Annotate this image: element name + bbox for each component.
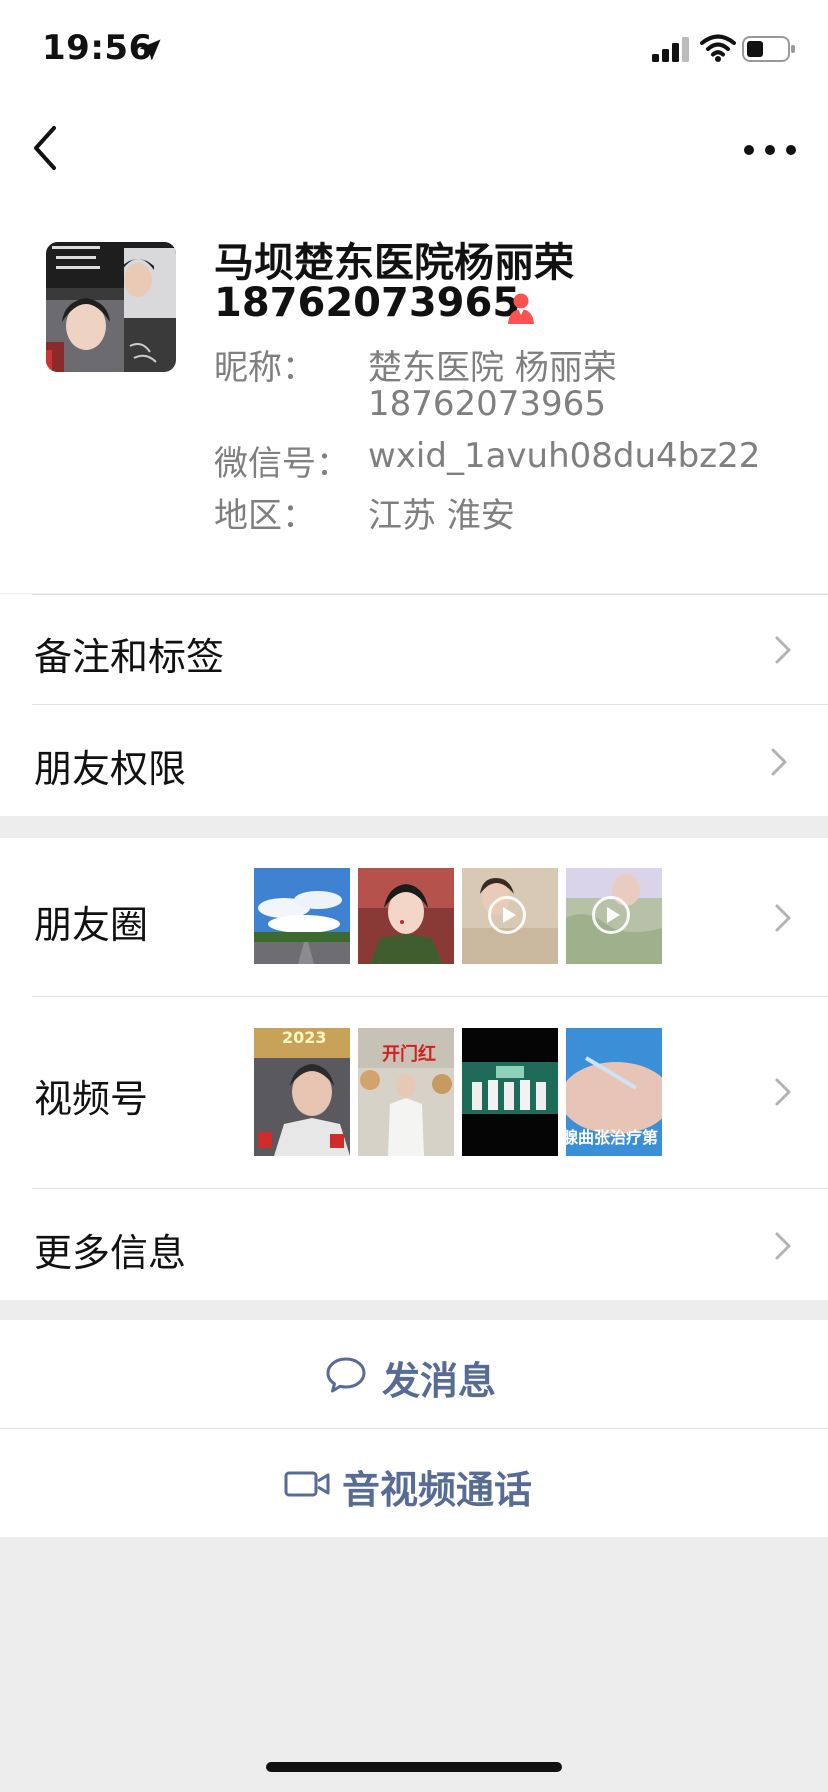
play-icon xyxy=(592,896,630,934)
more-info-label: 更多信息 xyxy=(34,1231,187,1275)
more-info-row[interactable]: 更多信息 xyxy=(0,1188,828,1300)
nav-bar xyxy=(0,100,828,200)
channels-thumb-caption: 2023 xyxy=(282,1028,327,1047)
video-call-button[interactable]: 音视频通话 xyxy=(0,1429,828,1537)
wechat-id-label: 微信号： xyxy=(214,444,350,484)
channels-thumb: 腺曲张治疗第 xyxy=(566,1028,662,1156)
location-arrow-icon xyxy=(139,39,161,61)
channels-row[interactable]: 视频号 2023 开门红 腺曲张治疗第 xyxy=(0,996,828,1188)
region-value: 江苏 淮安 xyxy=(368,496,515,536)
channels-thumb-caption: 开门红 xyxy=(382,1044,436,1065)
nickname-value-line2: 18762073965 xyxy=(368,384,606,424)
ellipsis-icon[interactable] xyxy=(740,130,800,170)
home-indicator[interactable] xyxy=(266,1762,562,1772)
divider xyxy=(32,996,828,997)
divider xyxy=(32,594,828,595)
chevron-right-icon xyxy=(771,748,787,776)
channels-thumb-caption: 腺曲张治疗第 xyxy=(566,1128,659,1147)
wechat-id-value: wxid_1avuh08du4bz22 xyxy=(368,436,761,476)
chevron-right-icon xyxy=(775,1232,791,1260)
nickname-label: 昵称： xyxy=(214,348,316,388)
display-name-phone: 18762073965 xyxy=(214,280,521,326)
send-message-button[interactable]: 发消息 xyxy=(0,1320,828,1428)
profile-card: 马坝楚东医院杨丽荣 18762073965 昵称： 楚东医院 杨丽荣 18762… xyxy=(0,200,828,593)
chevron-right-icon xyxy=(775,636,791,664)
channels-label: 视频号 xyxy=(34,1077,149,1121)
divider xyxy=(32,1188,828,1189)
chat-bubble-icon xyxy=(326,1357,366,1393)
video-call-label: 音视频通话 xyxy=(342,1468,533,1512)
video-camera-icon xyxy=(284,1471,330,1497)
battery-icon xyxy=(742,36,795,62)
region-label: 地区： xyxy=(214,496,316,536)
avatar[interactable] xyxy=(46,242,176,372)
friend-permissions-label: 朋友权限 xyxy=(34,747,187,791)
play-icon xyxy=(488,896,526,934)
female-icon xyxy=(508,293,534,324)
send-message-label: 发消息 xyxy=(382,1359,497,1403)
chevron-left-icon[interactable] xyxy=(30,118,70,178)
moments-label: 朋友圈 xyxy=(34,903,149,947)
moments-thumb xyxy=(358,868,454,964)
divider xyxy=(32,704,828,705)
moments-row[interactable]: 朋友圈 xyxy=(0,838,828,996)
nickname-value: 楚东医院 杨丽荣 xyxy=(368,348,617,388)
chevron-right-icon xyxy=(775,904,791,932)
channels-thumb xyxy=(462,1028,558,1156)
friend-permissions-row[interactable]: 朋友权限 xyxy=(0,704,828,816)
moments-thumb xyxy=(254,868,350,964)
status-bar: 19:56 xyxy=(0,0,828,100)
channels-thumb: 开门红 xyxy=(358,1028,454,1156)
remarks-tags-row[interactable]: 备注和标签 xyxy=(0,594,828,704)
wifi-icon xyxy=(700,34,736,62)
moments-video-thumb xyxy=(462,868,558,964)
chevron-right-icon xyxy=(775,1078,791,1106)
channels-thumb: 2023 xyxy=(254,1028,350,1156)
remarks-tags-label: 备注和标签 xyxy=(34,635,225,679)
cellular-signal-icon xyxy=(652,37,689,62)
moments-video-thumb xyxy=(566,868,662,964)
